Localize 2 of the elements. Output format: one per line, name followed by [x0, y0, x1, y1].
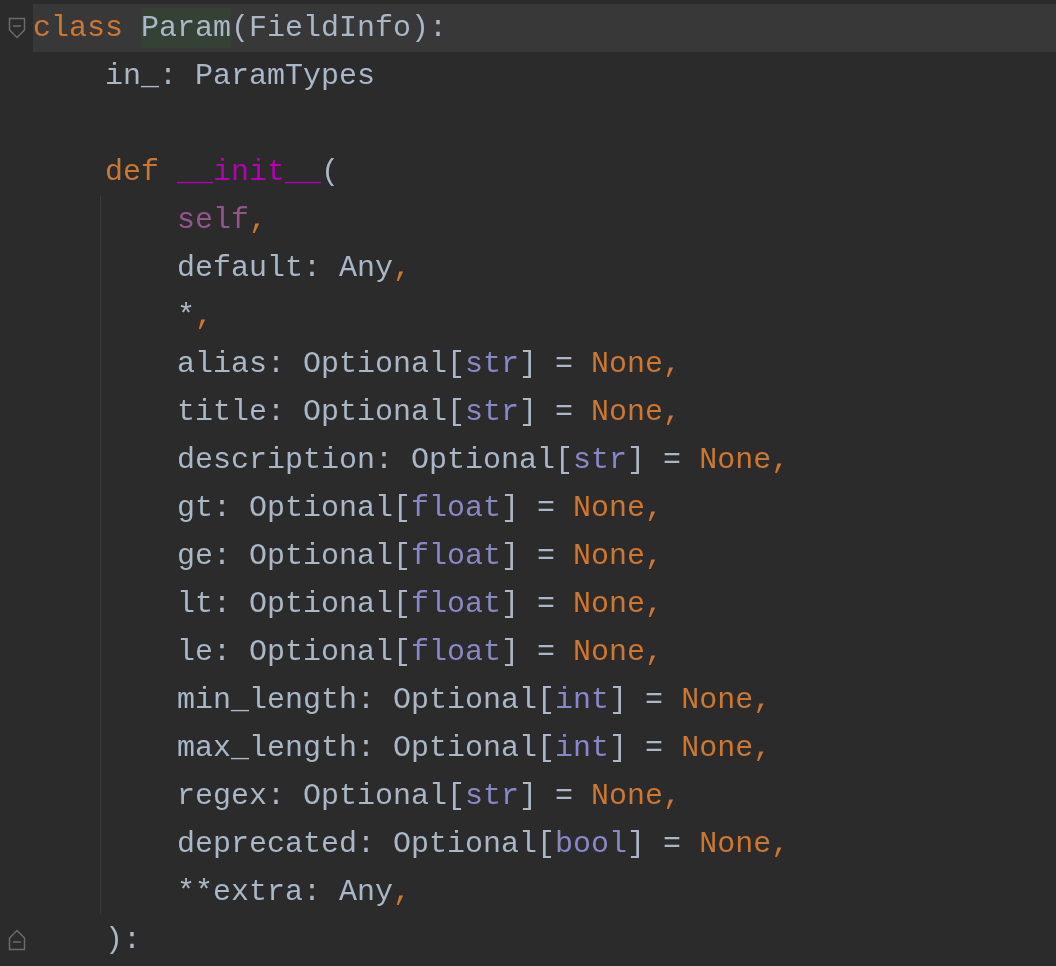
fold-icon[interactable]	[7, 929, 26, 951]
fold-icon[interactable]	[7, 17, 26, 39]
